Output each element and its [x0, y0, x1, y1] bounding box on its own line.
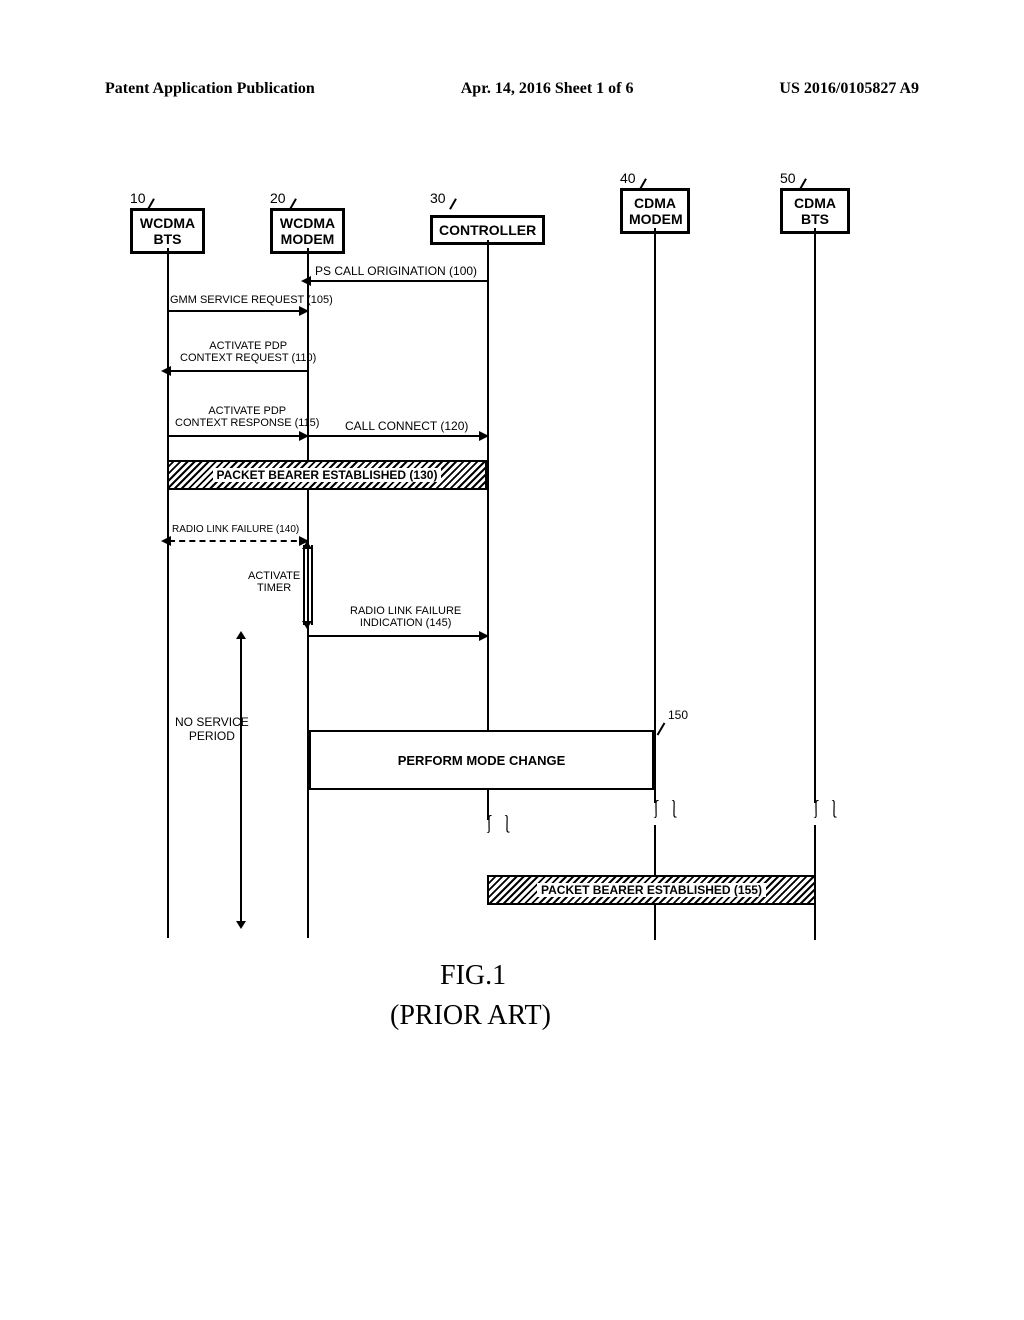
arrow-call-connect	[309, 435, 487, 437]
lifeline-controller-top	[487, 240, 489, 730]
label-activate-timer: ACTIVATE TIMER	[248, 570, 300, 594]
label-radio-link-failure: RADIO LINK FAILURE (140)	[172, 524, 299, 535]
band-packet-bearer-1: PACKET BEARER ESTABLISHED (130)	[167, 460, 487, 490]
break-icon: ⎰⎱	[647, 805, 663, 815]
label-activate-pdp-req: ACTIVATE PDP CONTEXT REQUEST (110)	[180, 340, 316, 364]
arrow-radio-link-failure-ind	[309, 635, 487, 637]
break-icon: ⎰⎱	[807, 805, 823, 815]
label-ps-call: PS CALL ORIGINATION (100)	[315, 264, 477, 278]
arrow-activate-pdp-req	[169, 370, 307, 372]
band-packet-bearer-2: PACKET BEARER ESTABLISHED (155)	[487, 875, 816, 905]
arrow-ps-call	[309, 280, 487, 282]
actor-id-controller: 30	[430, 190, 446, 206]
actor-id-cdma-bts: 50	[780, 170, 796, 186]
label-mode-change-id: 150	[668, 708, 688, 722]
prior-art-note: (PRIOR ART)	[390, 1000, 551, 1032]
figure-caption: FIG.1	[440, 960, 506, 992]
label-activate-pdp-resp: ACTIVATE PDP CONTEXT RESPONSE (115)	[175, 405, 319, 429]
label-no-service: NO SERVICE PERIOD	[175, 715, 249, 744]
arrow-gmm-service	[169, 310, 307, 312]
sequence-diagram: 10 WCDMA BTS 20 WCDMA MODEM 30 CONTROLLE…	[120, 160, 900, 1080]
timer-bar-right	[311, 545, 313, 625]
timer-bar-left	[303, 545, 305, 625]
dashed-radio-link-failure	[169, 540, 307, 542]
lifeline-cdma-bts-top	[814, 228, 816, 803]
break-icon: ⎰⎱	[480, 820, 496, 830]
header-left: Patent Application Publication	[105, 80, 315, 98]
box-mode-change: PERFORM MODE CHANGE	[309, 730, 654, 790]
header-right: US 2016/0105827 A9	[779, 80, 919, 98]
label-radio-link-failure-ind: RADIO LINK FAILURE INDICATION (145)	[350, 605, 461, 629]
header-center: Apr. 14, 2016 Sheet 1 of 6	[461, 80, 634, 98]
actor-id-wcdma-bts: 10	[130, 190, 146, 206]
actor-id-wcdma-modem: 20	[270, 190, 286, 206]
lifeline-wcdma-bts	[167, 248, 169, 938]
label-call-connect: CALL CONNECT (120)	[345, 419, 468, 433]
lifeline-cdma-modem-top	[654, 228, 656, 803]
label-gmm-service: GMM SERVICE REQUEST (105)	[170, 294, 333, 306]
actor-id-cdma-modem: 40	[620, 170, 636, 186]
no-service-line	[240, 635, 242, 925]
arrow-activate-pdp-resp	[169, 435, 307, 437]
